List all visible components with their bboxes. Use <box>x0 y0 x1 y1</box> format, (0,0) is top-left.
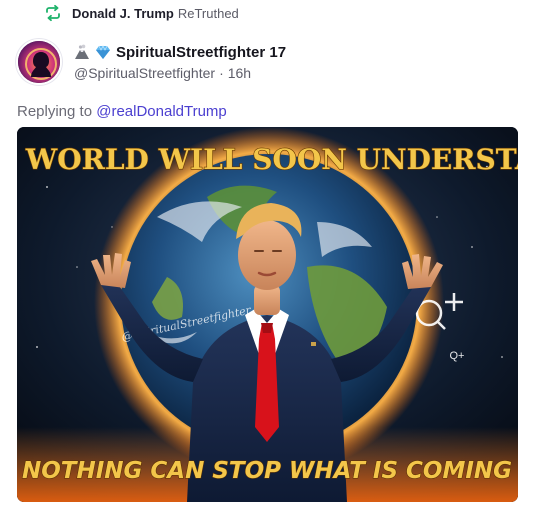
avatar[interactable] <box>16 39 62 85</box>
reply-mention-link[interactable]: @realDonaldTrump <box>96 103 227 120</box>
reply-prefix: Replying to <box>17 103 93 120</box>
author-display-name[interactable]: SpiritualStreetfighter 17 <box>116 44 286 61</box>
image-bottom-caption: NOTHING CAN STOP WHAT IS COMING <box>22 458 512 484</box>
reply-context: Replying to @realDonaldTrump <box>17 103 227 120</box>
separator-dot: · <box>219 64 224 81</box>
post-timestamp[interactable]: 16h <box>228 65 251 81</box>
image-top-caption: THE WORLD WILL SOON UNDERSTAND <box>17 143 518 176</box>
retruth-label: ReTruthed <box>177 5 239 21</box>
diamond-emoji-icon <box>95 44 111 60</box>
retruth-author-name[interactable]: Donald J. Trump <box>72 6 174 21</box>
retruth-arrows-icon <box>44 4 62 22</box>
post-header: SpiritualStreetfighter 17 @SpiritualStre… <box>16 38 286 86</box>
post-image[interactable]: Q+ @SpiritualStreetfighter THE WORLD WIL… <box>17 127 518 502</box>
volcano-emoji-icon <box>74 44 90 60</box>
retruth-banner: Donald J. Trump ReTruthed <box>44 4 239 22</box>
q-plus-symbol: Q+ <box>450 350 465 362</box>
author-handle[interactable]: @SpiritualStreetfighter <box>74 65 215 81</box>
